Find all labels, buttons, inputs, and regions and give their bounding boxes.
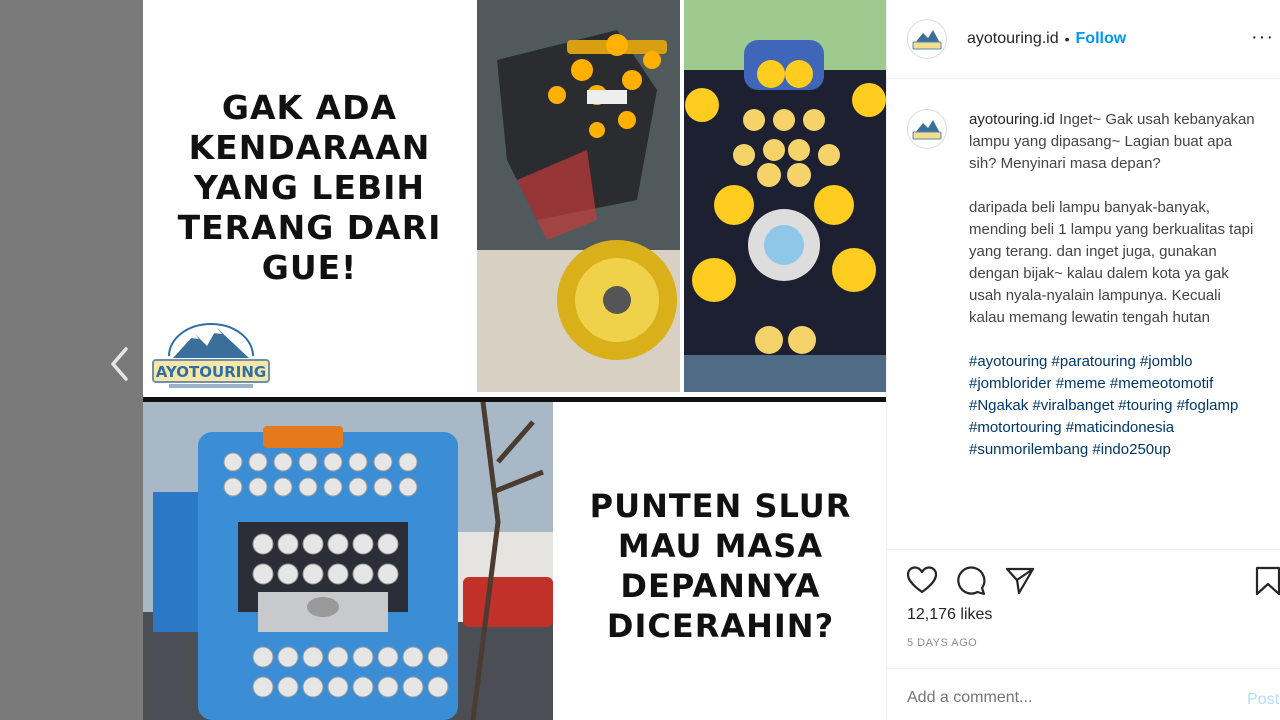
action-bar: [887, 549, 1280, 609]
caption-text: ayotouring.id Inget~ Gak usah kebanyakan…: [969, 109, 1259, 483]
caption-hashtags[interactable]: #ayotouring #paratouring #jomblo #jomblo…: [969, 351, 1259, 461]
post-comment-button[interactable]: Post: [1247, 691, 1279, 709]
motorcycle-lights-photo: [477, 0, 680, 392]
more-icon[interactable]: ···: [1251, 26, 1274, 49]
caption-paragraph-2: daripada beli lampu banyak-banyak, mendi…: [969, 199, 1254, 326]
ayotouring-logo: AYOTOURING: [151, 318, 271, 394]
caption-avatar[interactable]: [907, 109, 947, 149]
ayotouring-avatar-icon: [912, 120, 942, 140]
instagram-post-viewer: GAK ADA KENDARAAN YANG LEBIH TERANG DARI…: [0, 0, 1280, 720]
post-header: ayotouring.id • Follow ···: [887, 0, 1280, 79]
meme-bottom-text: PUNTEN SLUR MAU MASA DEPANNYA DICERAHIN?: [589, 487, 852, 645]
chevron-left-icon: [111, 347, 128, 381]
post-image: GAK ADA KENDARAAN YANG LEBIH TERANG DARI…: [143, 0, 886, 720]
heart-icon[interactable]: [907, 566, 937, 594]
caption-paragraph-1: ayotouring.id Inget~ Gak usah kebanyakan…: [969, 109, 1259, 175]
share-icon[interactable]: [1005, 566, 1035, 594]
follow-button[interactable]: Follow: [1076, 30, 1127, 48]
post-sidebar: ayotouring.id • Follow ··· ayotouring.id…: [886, 0, 1280, 720]
meme-top-panel: GAK ADA KENDARAAN YANG LEBIH TERANG DARI…: [143, 0, 886, 397]
truck-lights-photo: [143, 402, 553, 720]
comment-bar: Post: [887, 668, 1280, 720]
bookmark-icon[interactable]: [1255, 566, 1280, 596]
logo-text: AYOTOURING: [156, 363, 266, 381]
comment-input[interactable]: [907, 689, 1207, 707]
likes-count[interactable]: 12,176 likes: [907, 606, 992, 624]
separator-dot: •: [1064, 31, 1070, 47]
meme-bottom-panel: PUNTEN SLUR MAU MASA DEPANNYA DICERAHIN?: [143, 402, 886, 720]
comment-icon[interactable]: [956, 566, 986, 596]
caption-row: ayotouring.id Inget~ Gak usah kebanyakan…: [907, 109, 1261, 483]
post-timestamp: 5 DAYS AGO: [907, 637, 978, 649]
caption-area: ayotouring.id Inget~ Gak usah kebanyakan…: [887, 79, 1280, 549]
username-link[interactable]: ayotouring.id: [967, 30, 1059, 48]
caption-username-link[interactable]: ayotouring.id: [969, 111, 1055, 128]
vespa-lights-photo: [684, 0, 886, 392]
meme-top-text: GAK ADA KENDARAAN YANG LEBIH TERANG DARI…: [177, 88, 442, 287]
ayotouring-avatar-icon: [912, 30, 942, 50]
avatar[interactable]: [907, 19, 947, 59]
previous-post-button[interactable]: [104, 342, 134, 386]
